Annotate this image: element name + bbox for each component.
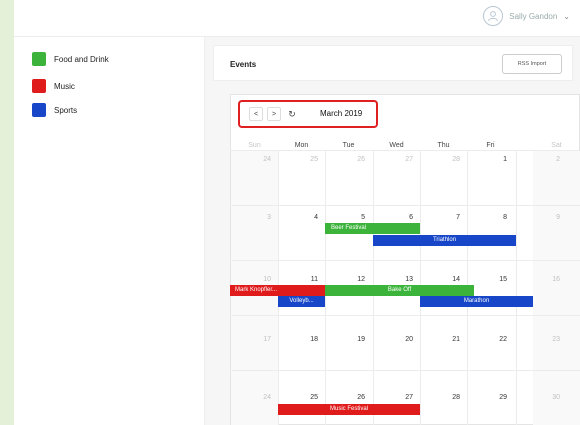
avatar-glyph [488,11,499,22]
event-label: Marathon [463,298,490,304]
day-cell-number[interactable]: 10 [231,276,271,283]
day-cell-number[interactable]: 13 [373,276,413,283]
grid-line [230,205,580,206]
day-cell-number[interactable]: 27 [373,156,413,163]
event-label: Mark Knopfler... [235,287,278,293]
day-cell-number[interactable]: 16 [520,276,560,283]
weekday-header: Sat [551,142,562,149]
event-music-festival[interactable]: Music Festival [278,404,420,415]
day-cell-number[interactable]: 29 [467,394,507,401]
day-cell-number[interactable]: 28 [420,156,460,163]
day-cell-number[interactable]: 26 [325,394,365,401]
day-cell-number[interactable]: 9 [520,214,560,221]
events-header: Events RSS Import [213,45,573,81]
user-menu[interactable]: Sally Gandon ⌄ [483,6,570,26]
day-cell-number[interactable]: 8 [467,214,507,221]
day-cell-number[interactable]: 26 [325,156,365,163]
grid-line [230,150,580,151]
grid-line [230,370,580,371]
category-music[interactable]: Music [32,79,75,93]
event-triathlon[interactable]: Triathlon [373,235,516,246]
weekday-header: Mon [294,142,309,149]
user-name[interactable]: Sally Gandon [509,12,557,21]
event-label: Beer Festival [331,225,367,231]
day-cell-number[interactable]: 22 [467,336,507,343]
day-cell-number[interactable]: 11 [278,276,318,283]
day-cell-number[interactable]: 19 [325,336,365,343]
day-cell-number[interactable]: 12 [325,276,365,283]
day-cell-number[interactable]: 28 [420,394,460,401]
day-cell-number[interactable]: 4 [278,214,318,221]
event-label: Volleyb... [289,298,314,304]
day-cell-number[interactable]: 25 [278,394,318,401]
day-cell-number[interactable]: 5 [325,214,365,221]
event-label: Music Festival [329,406,368,412]
color-swatch [32,52,46,66]
day-cell-number[interactable]: 7 [420,214,460,221]
day-cell-number[interactable]: 27 [373,394,413,401]
category-label: Music [54,81,75,91]
event-marathon[interactable]: Marathon [420,296,533,307]
day-cell-number[interactable]: 24 [231,156,271,163]
day-cell-number[interactable]: 2 [520,156,560,163]
rss-import-button[interactable]: RSS Import [502,54,562,74]
event-label: Triathlon [432,237,457,243]
day-cell-number[interactable]: 30 [520,394,560,401]
event-label: Bake Off [387,287,412,293]
day-cell-number[interactable]: 20 [373,336,413,343]
day-cell-number[interactable]: 18 [278,336,318,343]
event-volleyball[interactable]: Volleyb... [278,296,325,307]
category-sports[interactable]: Sports [32,103,77,117]
refresh-icon[interactable]: ↻ [285,107,299,121]
day-cell-number[interactable]: 1 [467,156,507,163]
weekday-header: Sun [248,142,261,149]
day-cell-number[interactable]: 6 [373,214,413,221]
day-cell-number[interactable]: 3 [231,214,271,221]
calendar-nav: < > ↻ March 2019 [238,100,378,128]
event-bake-off[interactable]: Bake Off [325,285,474,296]
grid-line [230,315,580,316]
chevron-down-icon[interactable]: ⌄ [563,12,570,21]
day-cell-number[interactable]: 24 [231,394,271,401]
day-cell-number[interactable]: 15 [467,276,507,283]
color-swatch [32,103,46,117]
day-cell-number[interactable]: 14 [420,276,460,283]
event-mark-knopfler[interactable]: Mark Knopfler... [230,285,325,296]
grid-line [230,260,580,261]
color-swatch [32,79,46,93]
category-label: Food and Drink [54,54,109,64]
weekend-column-sat [533,150,580,425]
grid-line [516,150,517,425]
prev-month-button[interactable]: < [249,107,263,121]
category-food-and-drink[interactable]: Food and Drink [32,52,109,66]
month-label: March 2019 [320,109,363,118]
day-cell-number[interactable]: 25 [278,156,318,163]
weekday-header: Thu [437,142,450,149]
weekday-header: Wed [389,142,404,149]
category-label: Sports [54,105,78,115]
user-avatar-icon[interactable] [483,6,504,26]
weekday-header: Fri [486,142,495,149]
weekday-header: Tue [342,142,355,149]
day-cell-number[interactable]: 23 [520,336,560,343]
event-beer-festival[interactable]: Beer Festival [325,223,420,234]
category-sidebar [14,37,205,425]
next-month-button[interactable]: > [267,107,281,121]
events-title: Events [230,60,257,69]
top-bar: Sally Gandon ⌄ [14,0,580,37]
day-cell-number[interactable]: 17 [231,336,271,343]
day-cell-number[interactable]: 21 [420,336,460,343]
